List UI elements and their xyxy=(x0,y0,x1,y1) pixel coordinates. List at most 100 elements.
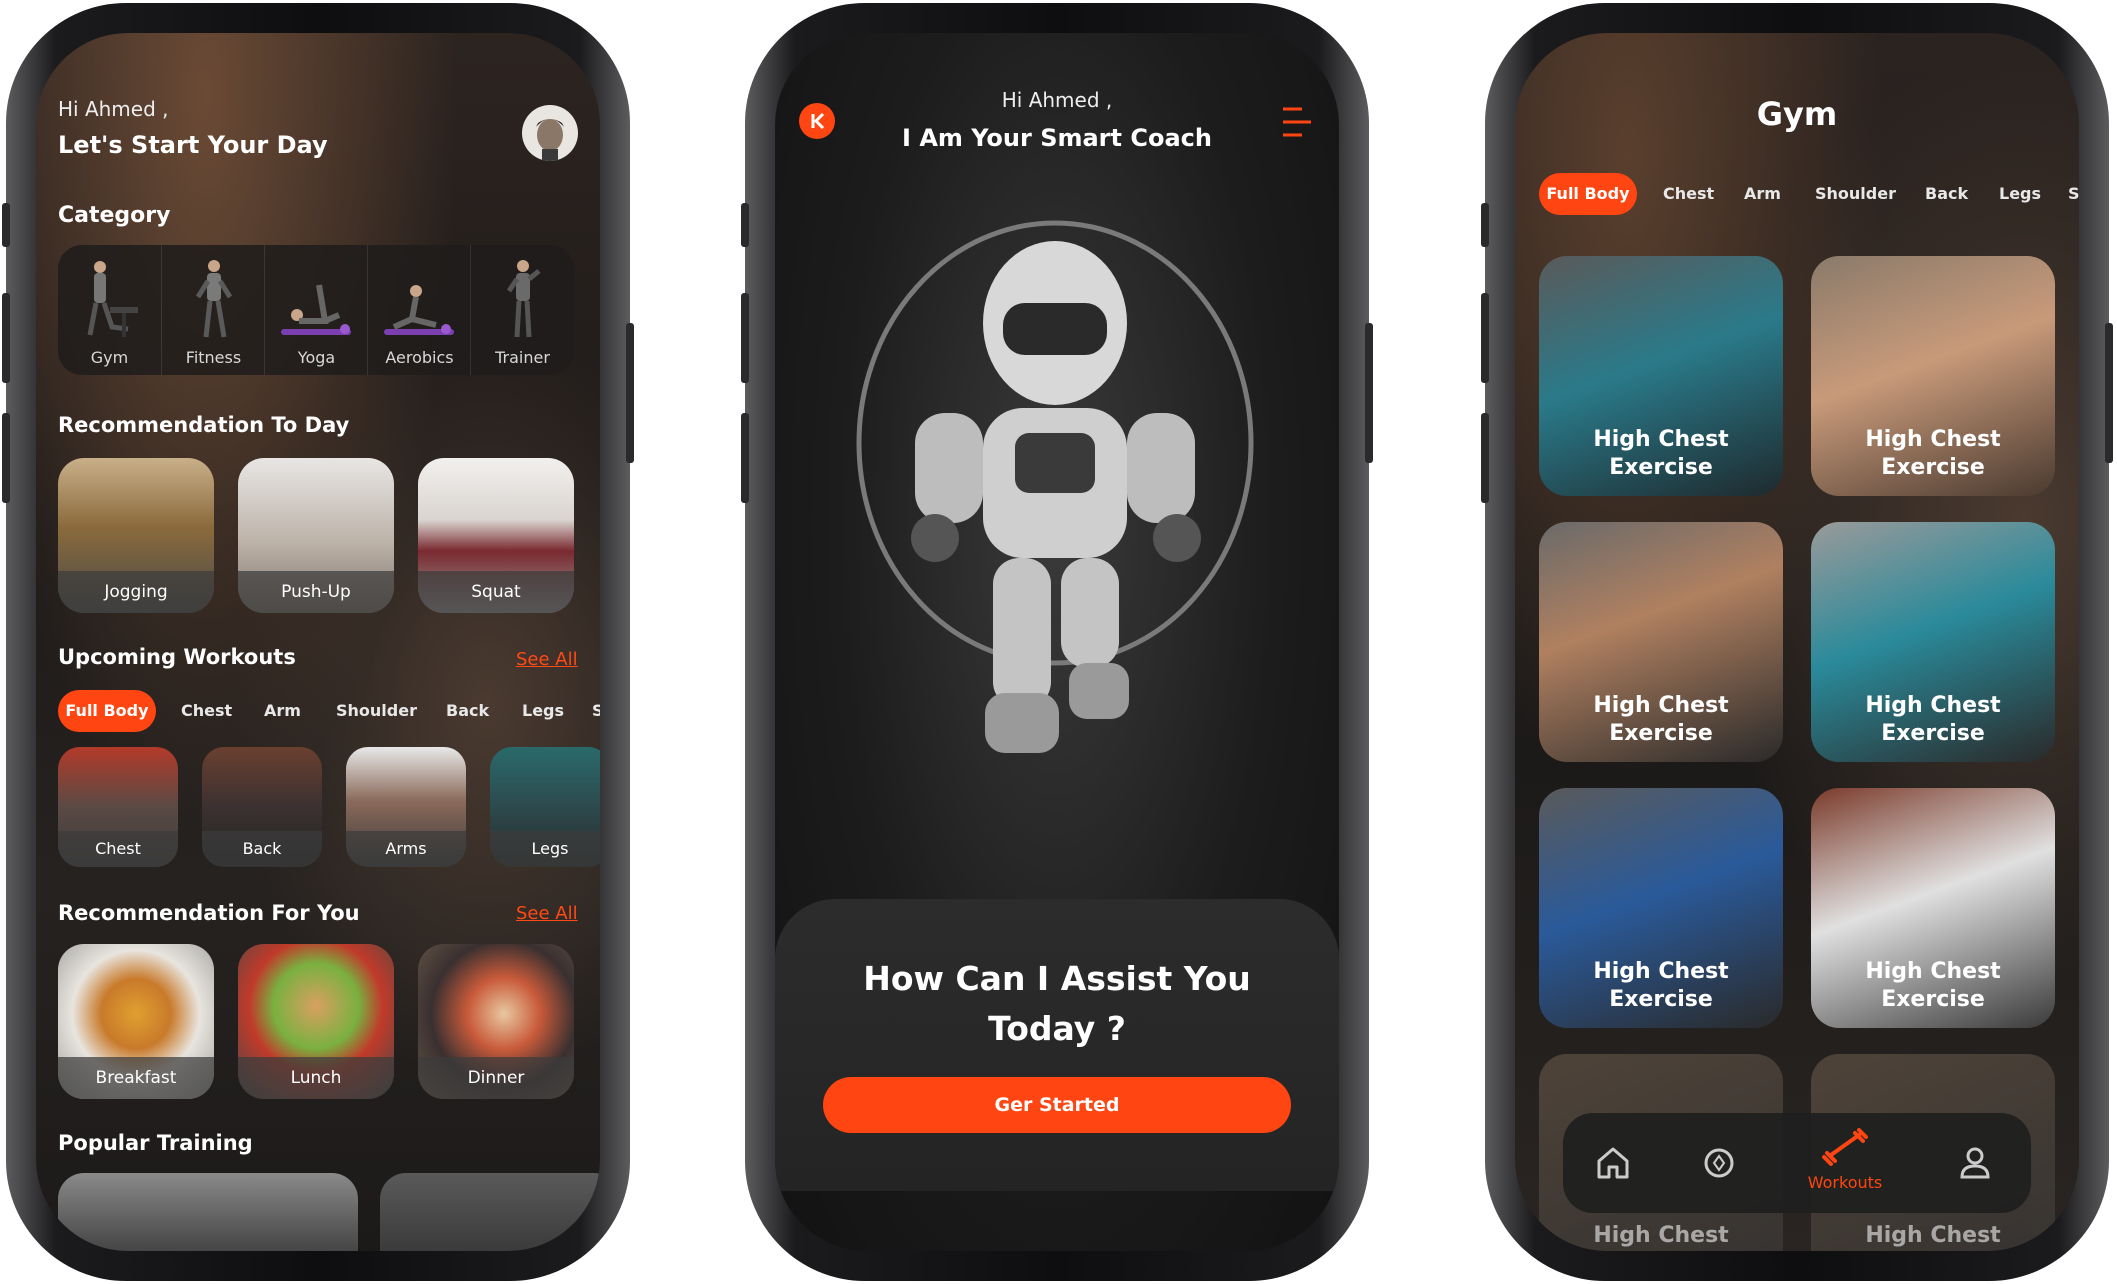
page-title: I Am Your Smart Coach xyxy=(902,124,1212,152)
tab-back[interactable]: Back xyxy=(1925,184,1968,203)
card-label: Dinner xyxy=(418,1057,574,1099)
card-squat[interactable]: Squat xyxy=(418,458,574,613)
phone-frame-coach: Hi Ahmed , I Am Your Smart Coach How Can… xyxy=(741,3,1373,1281)
trainer-figure-icon xyxy=(506,260,541,338)
card-title-2: Exercise xyxy=(1881,721,1985,746)
exercise-card[interactable]: High Chest Exercise xyxy=(1539,256,1783,496)
card-title-1: High Chest xyxy=(1865,959,2001,984)
coach-screen: Hi Ahmed , I Am Your Smart Coach How Can… xyxy=(775,33,1339,1251)
tab-full-body[interactable]: Full Body xyxy=(58,690,156,732)
category-gym[interactable]: Gym xyxy=(58,245,161,375)
get-started-button[interactable]: Ger Started xyxy=(823,1077,1291,1133)
tab-shoulder[interactable]: Shoulder xyxy=(336,701,417,720)
phone-frame-home: Hi Ahmed , Let's Start Your Day Category… xyxy=(2,3,634,1281)
gym-figure-icon xyxy=(87,261,138,337)
yoga-figure-icon xyxy=(281,284,351,335)
category-title: Category xyxy=(58,203,171,228)
page-title: Gym xyxy=(1756,95,1838,133)
see-all-upcoming-link[interactable]: See All xyxy=(516,649,578,670)
category-fitness[interactable]: Fitness xyxy=(161,245,265,375)
user-icon xyxy=(1960,1147,1990,1179)
compass-icon xyxy=(1704,1148,1734,1178)
menu-icon xyxy=(1283,107,1311,137)
greeting-text: Hi Ahmed , xyxy=(1001,88,1113,112)
tab-more[interactable]: S xyxy=(2068,184,2079,203)
card-label: Back xyxy=(202,831,322,867)
card-push-up[interactable]: Push-Up xyxy=(238,458,394,613)
card-title-1: High Chest xyxy=(1593,427,1729,452)
card-label: Arms xyxy=(346,831,466,867)
menu-button[interactable] xyxy=(1280,105,1314,139)
card-label: Legs xyxy=(490,831,600,867)
nav-explore[interactable] xyxy=(1693,1137,1745,1189)
card-title-1: High Chest xyxy=(1865,1223,2001,1248)
category-trainer[interactable]: Trainer xyxy=(470,245,574,375)
meal-lunch[interactable]: Lunch xyxy=(238,944,394,1099)
category-list: Gym Fitness Yoga Aerobics Trainer xyxy=(58,245,574,375)
card-title-1: High Chest xyxy=(1865,427,2001,452)
card-label: Jogging xyxy=(58,571,214,613)
category-label: Gym xyxy=(90,348,129,367)
category-label: Trainer xyxy=(495,348,550,367)
meal-breakfast[interactable]: Breakfast xyxy=(58,944,214,1099)
recommendation-today-title: Recommendation To Day xyxy=(58,413,350,437)
fitness-figure-icon xyxy=(195,260,233,338)
category-label: Yoga xyxy=(297,348,336,367)
see-all-recommendation-link[interactable]: See All xyxy=(516,903,578,924)
card-title-2: Exercise xyxy=(1609,987,1713,1012)
card-title-2: Exercise xyxy=(1609,721,1713,746)
category-aerobics[interactable]: Aerobics xyxy=(367,245,471,375)
workout-legs[interactable]: Legs xyxy=(490,747,600,867)
workout-arms[interactable]: Arms xyxy=(346,747,466,867)
tab-arm[interactable]: Arm xyxy=(1744,184,1781,203)
page-title: Let's Start Your Day xyxy=(58,131,328,159)
category-label: Aerobics xyxy=(385,348,454,367)
workout-back[interactable]: Back xyxy=(202,747,322,867)
tab-legs[interactable]: Legs xyxy=(522,701,564,720)
assist-line-1: How Can I Assist You xyxy=(863,959,1251,998)
exercise-card[interactable]: High Chest Exercise xyxy=(1539,788,1783,1028)
bottom-navbar: Workouts xyxy=(1563,1113,2031,1213)
popular-training-title: Popular Training xyxy=(58,1131,253,1155)
assist-panel: How Can I Assist You Today ? Ger Started xyxy=(775,899,1339,1191)
phone-frame-gym: Gym Full Body Chest Arm Shoulder Back Le… xyxy=(1481,3,2113,1281)
card-title-1: High Chest xyxy=(1865,693,2001,718)
exercise-card[interactable]: High Chest Exercise xyxy=(1811,256,2055,496)
exercise-card[interactable]: High Chest Exercise xyxy=(1539,522,1783,762)
tab-full-body[interactable]: Full Body xyxy=(1539,173,1637,215)
avatar[interactable] xyxy=(522,105,578,161)
popular-training-card[interactable] xyxy=(58,1173,358,1251)
category-yoga[interactable]: Yoga xyxy=(264,245,368,375)
nav-workouts[interactable]: Workouts xyxy=(1795,1125,1895,1205)
workout-chest[interactable]: Chest xyxy=(58,747,178,867)
tab-shoulder[interactable]: Shoulder xyxy=(1815,184,1896,203)
meal-dinner[interactable]: Dinner xyxy=(418,944,574,1099)
tab-back[interactable]: Back xyxy=(446,701,489,720)
card-label: Chest xyxy=(58,831,178,867)
upcoming-workouts-title: Upcoming Workouts xyxy=(58,645,296,669)
card-label: Push-Up xyxy=(238,571,394,613)
tab-arm[interactable]: Arm xyxy=(264,701,301,720)
home-icon xyxy=(1597,1147,1629,1179)
category-label: Fitness xyxy=(185,348,242,367)
nav-home[interactable] xyxy=(1587,1137,1639,1189)
exercise-card[interactable]: High Chest Exercise xyxy=(1811,522,2055,762)
card-label: Breakfast xyxy=(58,1057,214,1099)
card-jogging[interactable]: Jogging xyxy=(58,458,214,613)
robot-illustration xyxy=(856,220,1254,753)
home-screen: Hi Ahmed , Let's Start Your Day Category… xyxy=(36,33,600,1251)
dumbbell-icon xyxy=(1822,1128,1868,1166)
card-title-1: High Chest xyxy=(1593,693,1729,718)
nav-profile[interactable] xyxy=(1949,1137,2001,1189)
popular-training-card[interactable] xyxy=(380,1173,600,1251)
aerobics-figure-icon xyxy=(384,285,454,335)
recommendation-for-you-title: Recommendation For You xyxy=(58,901,360,925)
tab-chest[interactable]: Chest xyxy=(1663,184,1714,203)
tab-more[interactable]: S xyxy=(592,701,600,720)
exercise-card[interactable]: High Chest Exercise xyxy=(1811,788,2055,1028)
card-label: Squat xyxy=(418,571,574,613)
gym-screen: Gym Full Body Chest Arm Shoulder Back Le… xyxy=(1515,33,2079,1251)
tab-chest[interactable]: Chest xyxy=(181,701,232,720)
nav-workouts-label: Workouts xyxy=(1807,1173,1883,1192)
tab-legs[interactable]: Legs xyxy=(1999,184,2041,203)
